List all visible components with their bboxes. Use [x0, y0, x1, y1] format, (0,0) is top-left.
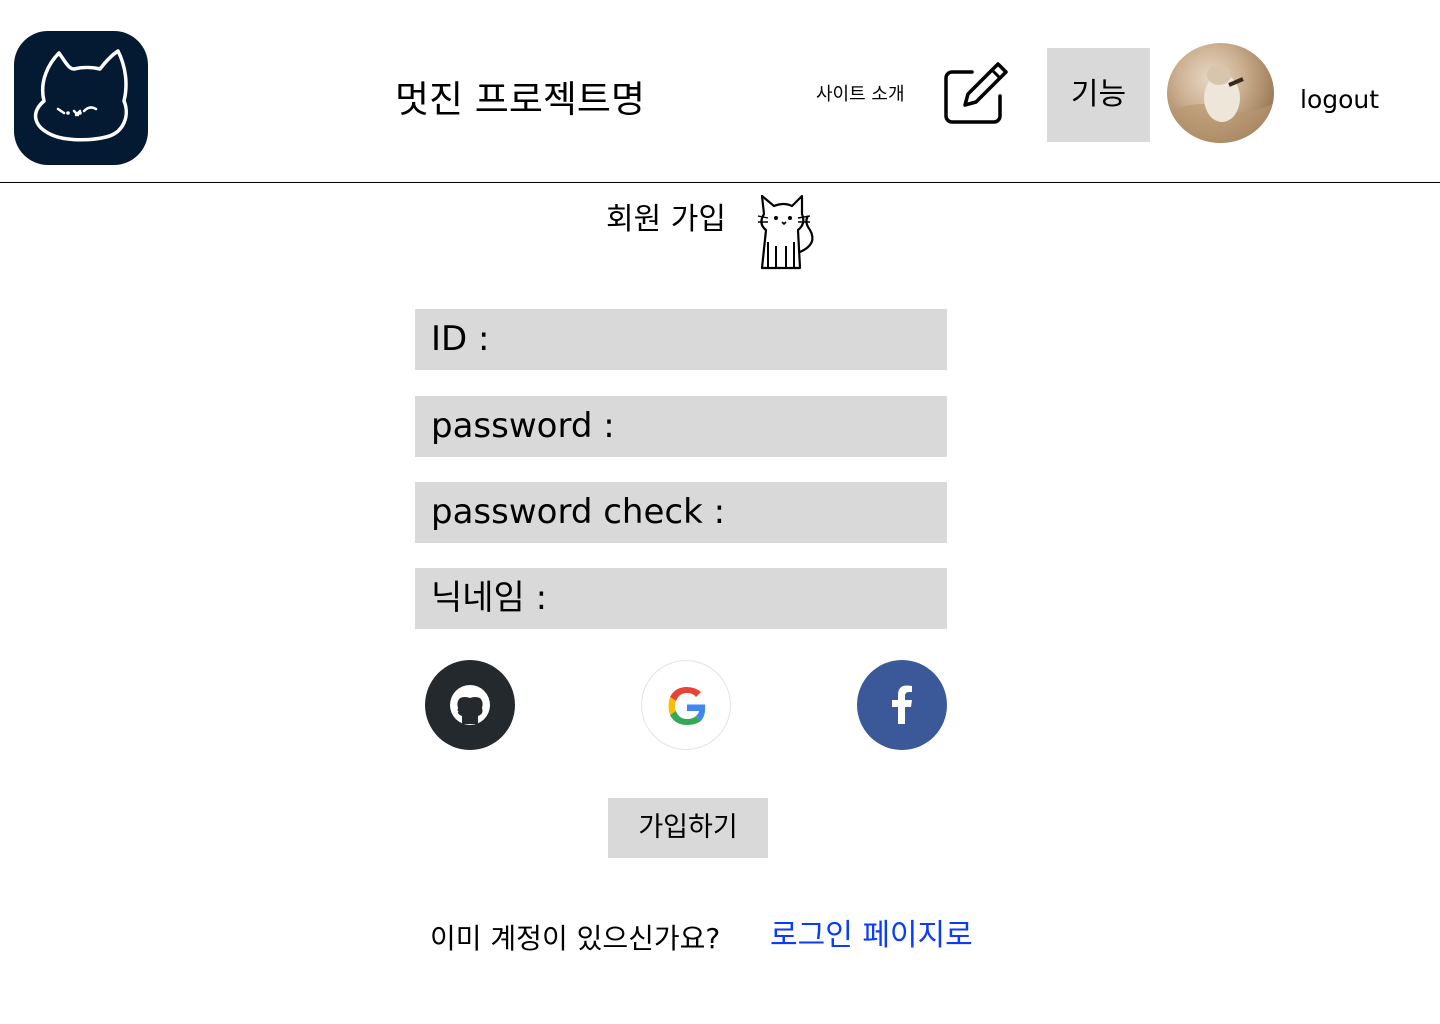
password-field-label: password :: [431, 406, 615, 446]
edit-icon: [944, 62, 1008, 124]
nickname-field[interactable]: 닉네임 :: [415, 568, 947, 629]
id-field-label: ID :: [431, 319, 490, 359]
cat-icon: [752, 192, 820, 274]
signup-submit-button[interactable]: 가입하기: [608, 798, 768, 858]
google-icon: [668, 687, 706, 725]
signup-title: 회원 가입: [606, 202, 726, 237]
logo[interactable]: [14, 31, 148, 165]
feature-button[interactable]: 기능: [1047, 48, 1150, 142]
github-icon: [450, 685, 490, 725]
facebook-login-button[interactable]: [857, 660, 947, 750]
password-check-field[interactable]: password check :: [415, 482, 947, 543]
project-title: 멋진 프로젝트명: [394, 78, 646, 121]
cat-face-logo-icon: [33, 49, 128, 142]
nickname-field-label: 닉네임 :: [431, 578, 548, 618]
facebook-icon: [892, 685, 912, 724]
id-field[interactable]: ID :: [415, 309, 947, 370]
user-avatar-cat-photo: [1167, 65, 1274, 143]
header-divider: [0, 182, 1440, 183]
password-field[interactable]: password :: [415, 396, 947, 457]
password-check-field-label: password check :: [431, 492, 726, 532]
github-login-button[interactable]: [425, 660, 515, 750]
avatar[interactable]: [1167, 43, 1274, 143]
have-account-text: 이미 계정이 있으신가요?: [430, 922, 721, 955]
logout-button[interactable]: logout: [1300, 84, 1379, 116]
google-login-button[interactable]: [641, 660, 731, 750]
edit-button[interactable]: [942, 62, 1010, 126]
about-site-link[interactable]: 사이트 소개: [816, 83, 905, 107]
login-page-link[interactable]: 로그인 페이지로: [770, 916, 973, 956]
